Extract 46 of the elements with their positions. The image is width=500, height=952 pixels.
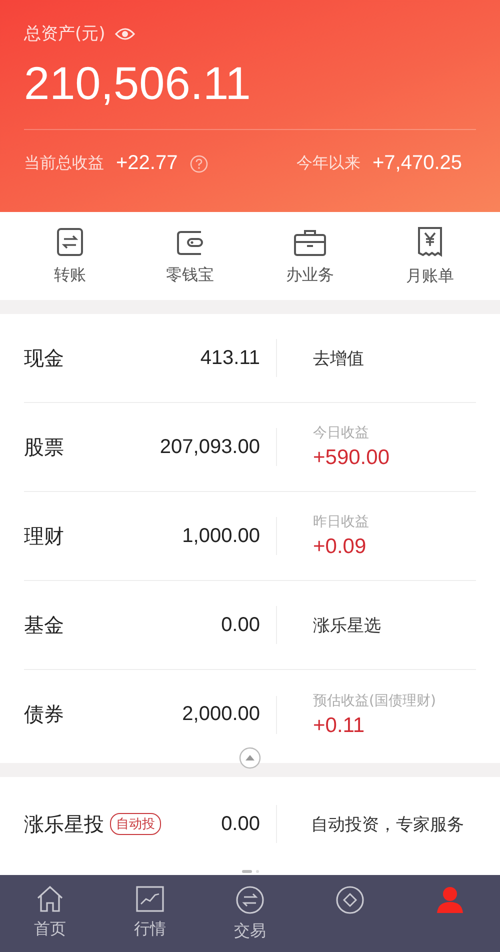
shortcut-button[interactable]: 办业务 — [270, 226, 350, 286]
chart-icon — [135, 884, 165, 912]
asset-value: 0.00 — [220, 614, 260, 636]
profit-value: +0.09 — [313, 535, 368, 559]
asset-value: 413.11 — [199, 346, 260, 370]
asset-name: 基金 — [24, 612, 65, 638]
receipt-icon — [415, 226, 445, 258]
profit-value: +0.11 — [313, 714, 366, 738]
profit-label: 预估收益(国债理财) — [313, 692, 436, 710]
shortcut-button[interactable]: 零钱宝 — [150, 226, 230, 286]
current-profit-label: 当前总收益 — [24, 153, 104, 174]
product-value: 0.00 — [220, 812, 260, 836]
asset-name: 理财 — [24, 522, 65, 550]
auto-invest-tag: 自动投 — [110, 813, 161, 835]
asset-name: 现金 — [24, 344, 65, 372]
tab[interactable]: 首页 — [10, 880, 90, 946]
asset-name: 股票 — [24, 434, 65, 460]
shortcut-button[interactable]: 月账单 — [390, 226, 470, 286]
year-profit-value: +7,470.25 — [372, 152, 462, 175]
profit-value: +590.00 — [313, 446, 390, 470]
side-link[interactable]: 涨乐星选 — [313, 614, 381, 636]
collapse-icon[interactable] — [239, 747, 261, 769]
help-icon[interactable] — [190, 154, 208, 172]
asset-name: 债券 — [24, 701, 65, 728]
person-icon — [435, 884, 465, 914]
asset-value: 2,000.00 — [181, 703, 260, 726]
profit-label: 昨日收益 — [313, 513, 369, 531]
exchange-icon — [235, 884, 265, 914]
total-assets-value: 210,506.11 — [24, 56, 252, 111]
product-name: 涨乐星投 — [24, 810, 104, 838]
tab[interactable]: 行情 — [110, 880, 190, 946]
year-profit-label: 今年以来 — [296, 153, 360, 174]
eye-icon[interactable] — [115, 26, 136, 40]
shortcut-button[interactable]: 转账 — [30, 226, 110, 286]
page-indicator — [256, 870, 258, 872]
current-profit-value: +22.77 — [116, 152, 178, 175]
coin-icon — [335, 884, 365, 914]
home-icon — [35, 884, 65, 912]
product-description[interactable]: 自动投资，专家服务 — [311, 812, 464, 836]
asset-value: 207,093.00 — [158, 436, 260, 458]
profit-label: 今日收益 — [313, 424, 370, 442]
side-link[interactable]: 去增值 — [313, 346, 364, 370]
tab[interactable]: 交易 — [210, 880, 290, 946]
asset-value: 1,000.00 — [181, 524, 260, 548]
transfer-icon — [55, 226, 85, 256]
total-assets-label: 总资产(元) — [24, 23, 106, 45]
